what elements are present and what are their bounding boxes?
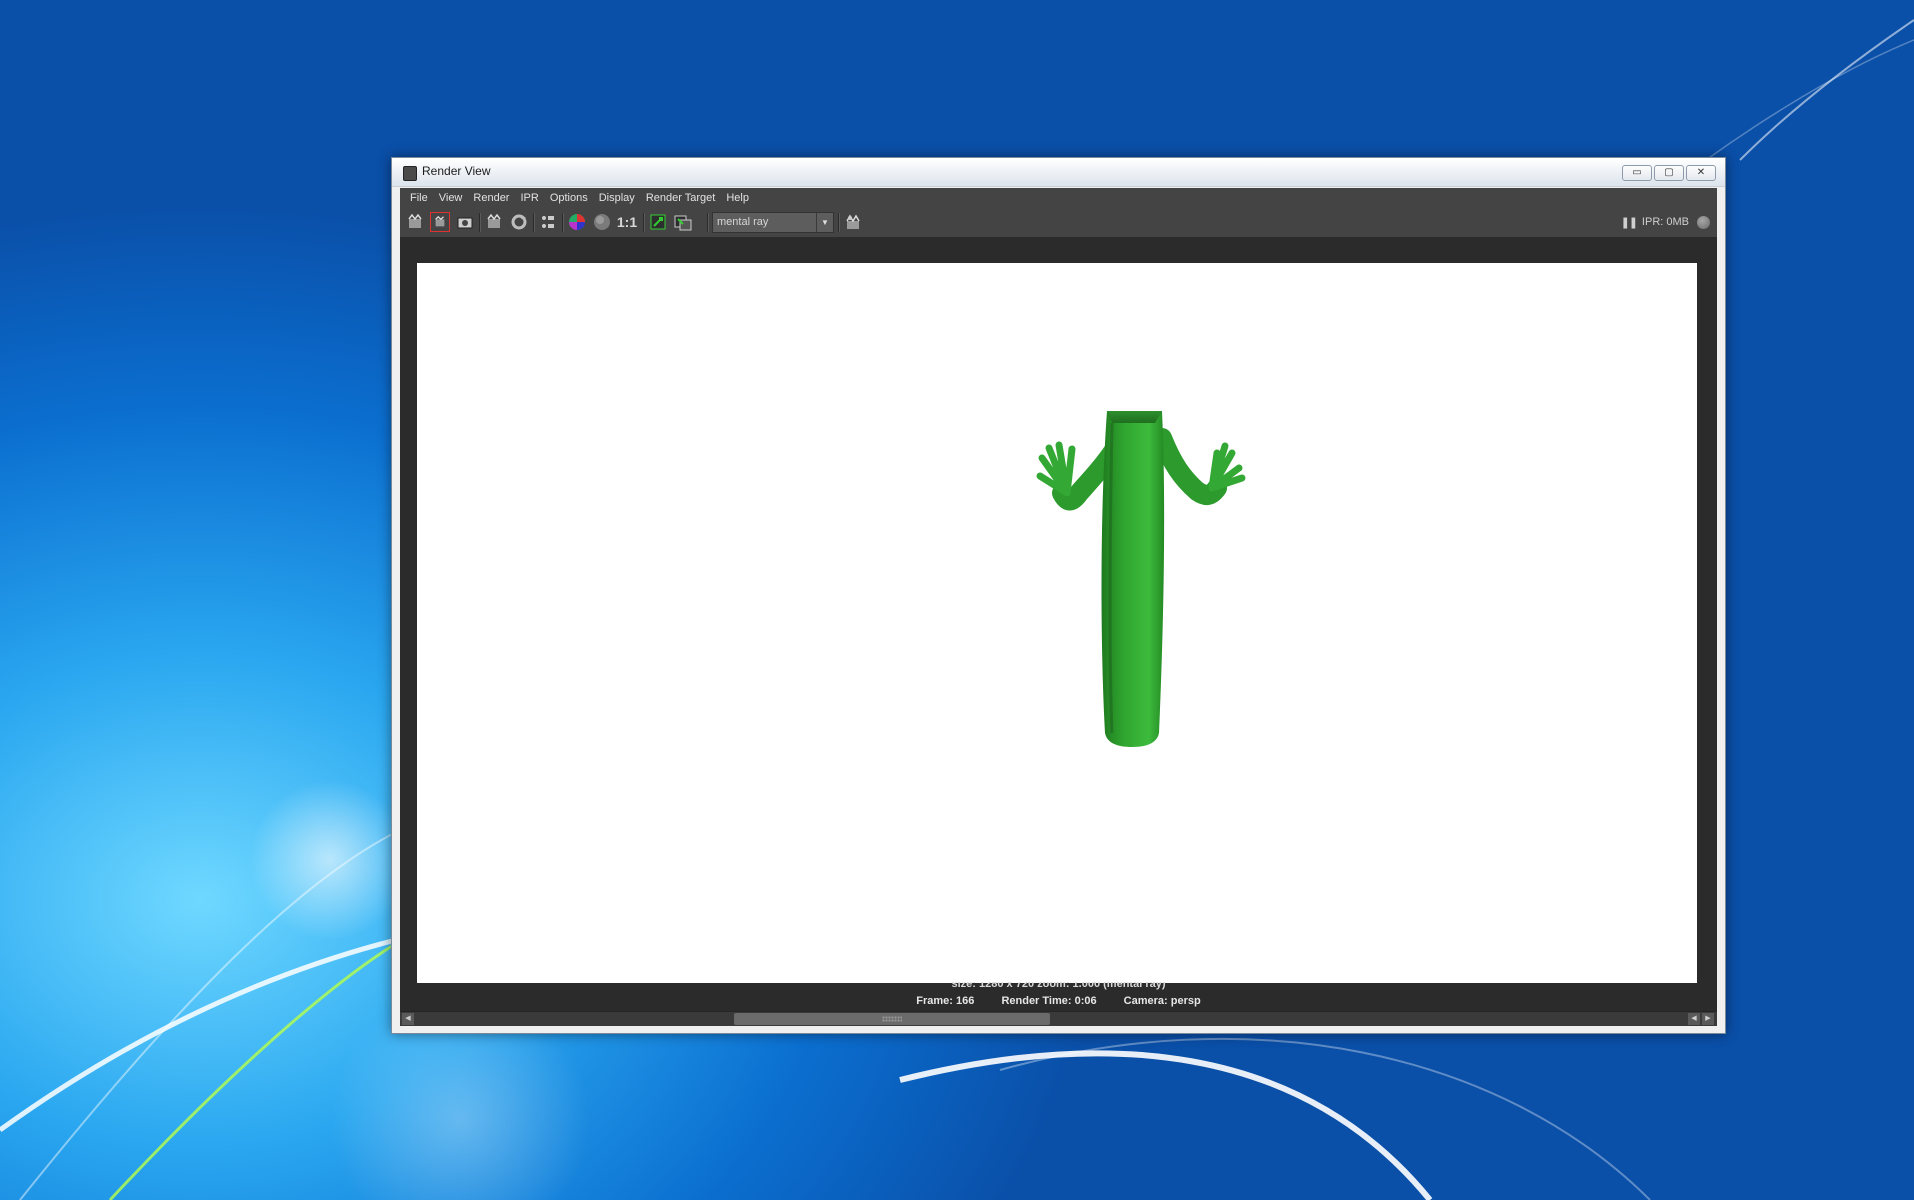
renderer-dropdown[interactable]: mental ray ▼ bbox=[712, 212, 834, 233]
menu-bar: File View Render IPR Options Display Ren… bbox=[400, 188, 1717, 208]
render-viewport[interactable]: size: 1280 x 720 zoom: 1.000 (mental ray… bbox=[400, 237, 1717, 1011]
render-size-info: size: 1280 x 720 zoom: 1.000 (mental ray… bbox=[951, 982, 1166, 990]
scroll-left-icon[interactable]: ◀ bbox=[402, 1013, 414, 1025]
maximize-button[interactable]: ▢ bbox=[1654, 165, 1684, 181]
menu-view[interactable]: View bbox=[435, 188, 470, 208]
render-layers-icon[interactable] bbox=[843, 212, 863, 232]
redo-previous-render-icon[interactable] bbox=[405, 212, 425, 232]
scroll-right-icon[interactable]: ▶ bbox=[1702, 1013, 1714, 1025]
render-view-client: File View Render IPR Options Display Ren… bbox=[400, 188, 1717, 1026]
scrollbar-thumb[interactable] bbox=[734, 1013, 1050, 1025]
renderer-dropdown-value: mental ray bbox=[717, 216, 769, 228]
menu-render-target[interactable]: Render Target bbox=[642, 188, 723, 208]
close-button[interactable]: ✕ bbox=[1686, 165, 1716, 181]
render-view-window: Render View ▭ ▢ ✕ File View Render IPR O… bbox=[391, 157, 1726, 1034]
camera-label: Camera: persp bbox=[1123, 995, 1201, 1007]
render-settings-icon[interactable] bbox=[538, 212, 558, 232]
menu-display[interactable]: Display bbox=[595, 188, 642, 208]
snapshot-icon[interactable] bbox=[455, 212, 475, 232]
title-bar[interactable]: Render View ▭ ▢ ✕ bbox=[392, 158, 1725, 187]
horizontal-scrollbar[interactable]: ◀ ◀ ▶ bbox=[400, 1011, 1717, 1026]
menu-file[interactable]: File bbox=[406, 188, 435, 208]
render-stats: Frame: 166 Render Time: 0:06 Camera: per… bbox=[400, 995, 1717, 1007]
refresh-ipr-icon[interactable] bbox=[509, 212, 529, 232]
render-region-icon[interactable] bbox=[430, 212, 450, 232]
scroll-left-end-icon[interactable]: ◀ bbox=[1688, 1013, 1700, 1025]
rendered-image bbox=[417, 263, 1697, 983]
menu-help[interactable]: Help bbox=[722, 188, 756, 208]
menu-ipr[interactable]: IPR bbox=[516, 188, 545, 208]
render-time-label: Render Time: 0:06 bbox=[1001, 995, 1097, 1007]
ipr-render-icon[interactable] bbox=[484, 212, 504, 232]
menu-render[interactable]: Render bbox=[469, 188, 516, 208]
menu-options[interactable]: Options bbox=[546, 188, 595, 208]
keep-image-icon[interactable] bbox=[648, 212, 668, 232]
minimize-button[interactable]: ▭ bbox=[1622, 165, 1652, 181]
remove-image-icon[interactable] bbox=[673, 212, 693, 232]
grip-icon bbox=[882, 1016, 902, 1022]
maya-app-icon bbox=[403, 166, 417, 181]
toolbar: 1:1 mental ray ▼ ❚❚ IPR: 0MB bbox=[400, 208, 1717, 236]
ipr-pause-icon[interactable]: ❚❚ bbox=[1621, 216, 1638, 229]
window-title: Render View bbox=[422, 164, 491, 178]
frame-label: Frame: 166 bbox=[916, 995, 975, 1007]
ipr-status-indicator bbox=[1697, 216, 1710, 229]
ipr-memory-label: IPR: 0MB bbox=[1641, 216, 1689, 228]
chevron-down-icon: ▼ bbox=[816, 213, 833, 232]
real-size-icon[interactable]: 1:1 bbox=[615, 212, 639, 232]
alpha-channel-icon[interactable] bbox=[592, 212, 612, 232]
color-channels-icon[interactable] bbox=[567, 212, 587, 232]
green-character-render bbox=[1036, 411, 1246, 747]
